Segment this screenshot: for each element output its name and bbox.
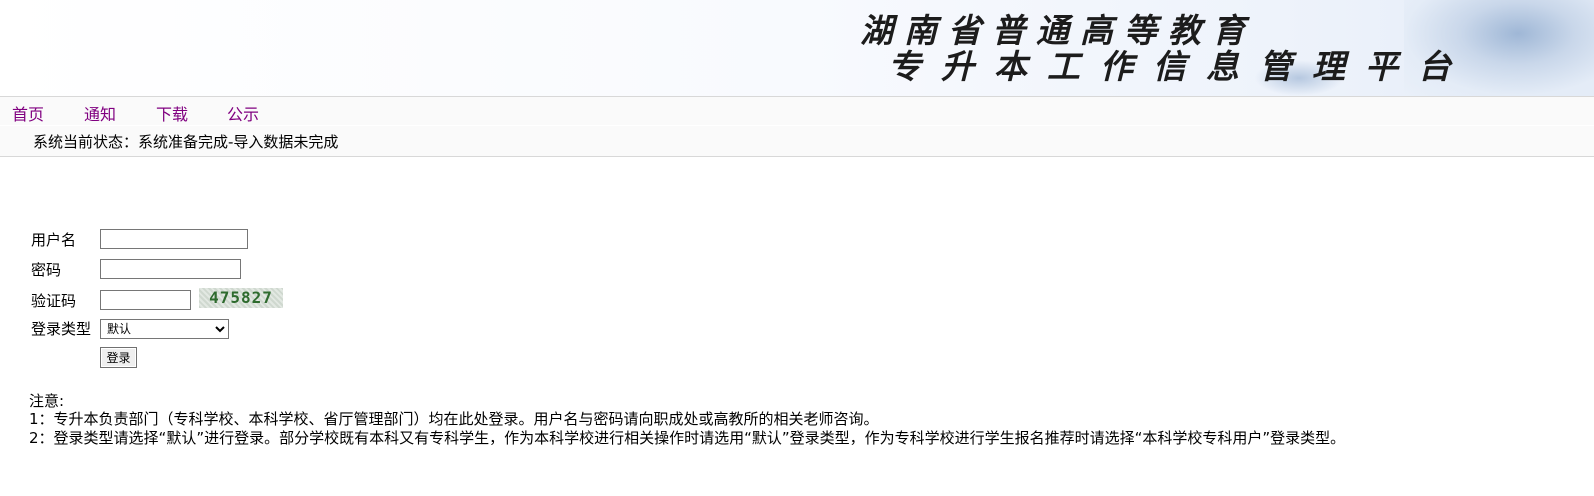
username-input[interactable] xyxy=(100,229,248,249)
password-input[interactable] xyxy=(100,259,241,279)
password-label: 密码 xyxy=(31,261,62,279)
captcha-input[interactable] xyxy=(100,290,191,310)
status-bar: 系统当前状态：系统准备完成-导入数据未完成 xyxy=(0,126,1594,157)
username-label: 用户名 xyxy=(31,231,77,249)
nav-link-download[interactable]: 下载 xyxy=(156,101,188,125)
nav-bar: 首页 通知 下载 公示 xyxy=(0,97,1594,125)
system-status-text: 系统当前状态：系统准备完成-导入数据未完成 xyxy=(33,133,339,151)
login-type-label: 登录类型 xyxy=(31,320,92,338)
captcha-label: 验证码 xyxy=(31,292,77,310)
note-line-2: 2：登录类型请选择“默认”进行登录。部分学校既有本科又有专科学生，作为本科学校进… xyxy=(29,429,1346,447)
note-line-1: 1：专升本负责部门（专科学校、本科学校、省厅管理部门）均在此处登录。用户名与密码… xyxy=(29,410,879,428)
nav-link-announcement[interactable]: 公示 xyxy=(227,101,259,125)
banner-title-line2: 专升本工作信息管理平台 xyxy=(888,47,1471,86)
header-banner: 湖南省普通高等教育 专升本工作信息管理平台 xyxy=(0,0,1594,97)
nav-link-notice[interactable]: 通知 xyxy=(84,101,116,125)
nav-link-home[interactable]: 首页 xyxy=(12,101,44,125)
captcha-image[interactable]: 475827 xyxy=(199,288,283,308)
login-type-select[interactable]: 默认 xyxy=(100,319,229,339)
login-button[interactable]: 登录 xyxy=(100,347,137,368)
